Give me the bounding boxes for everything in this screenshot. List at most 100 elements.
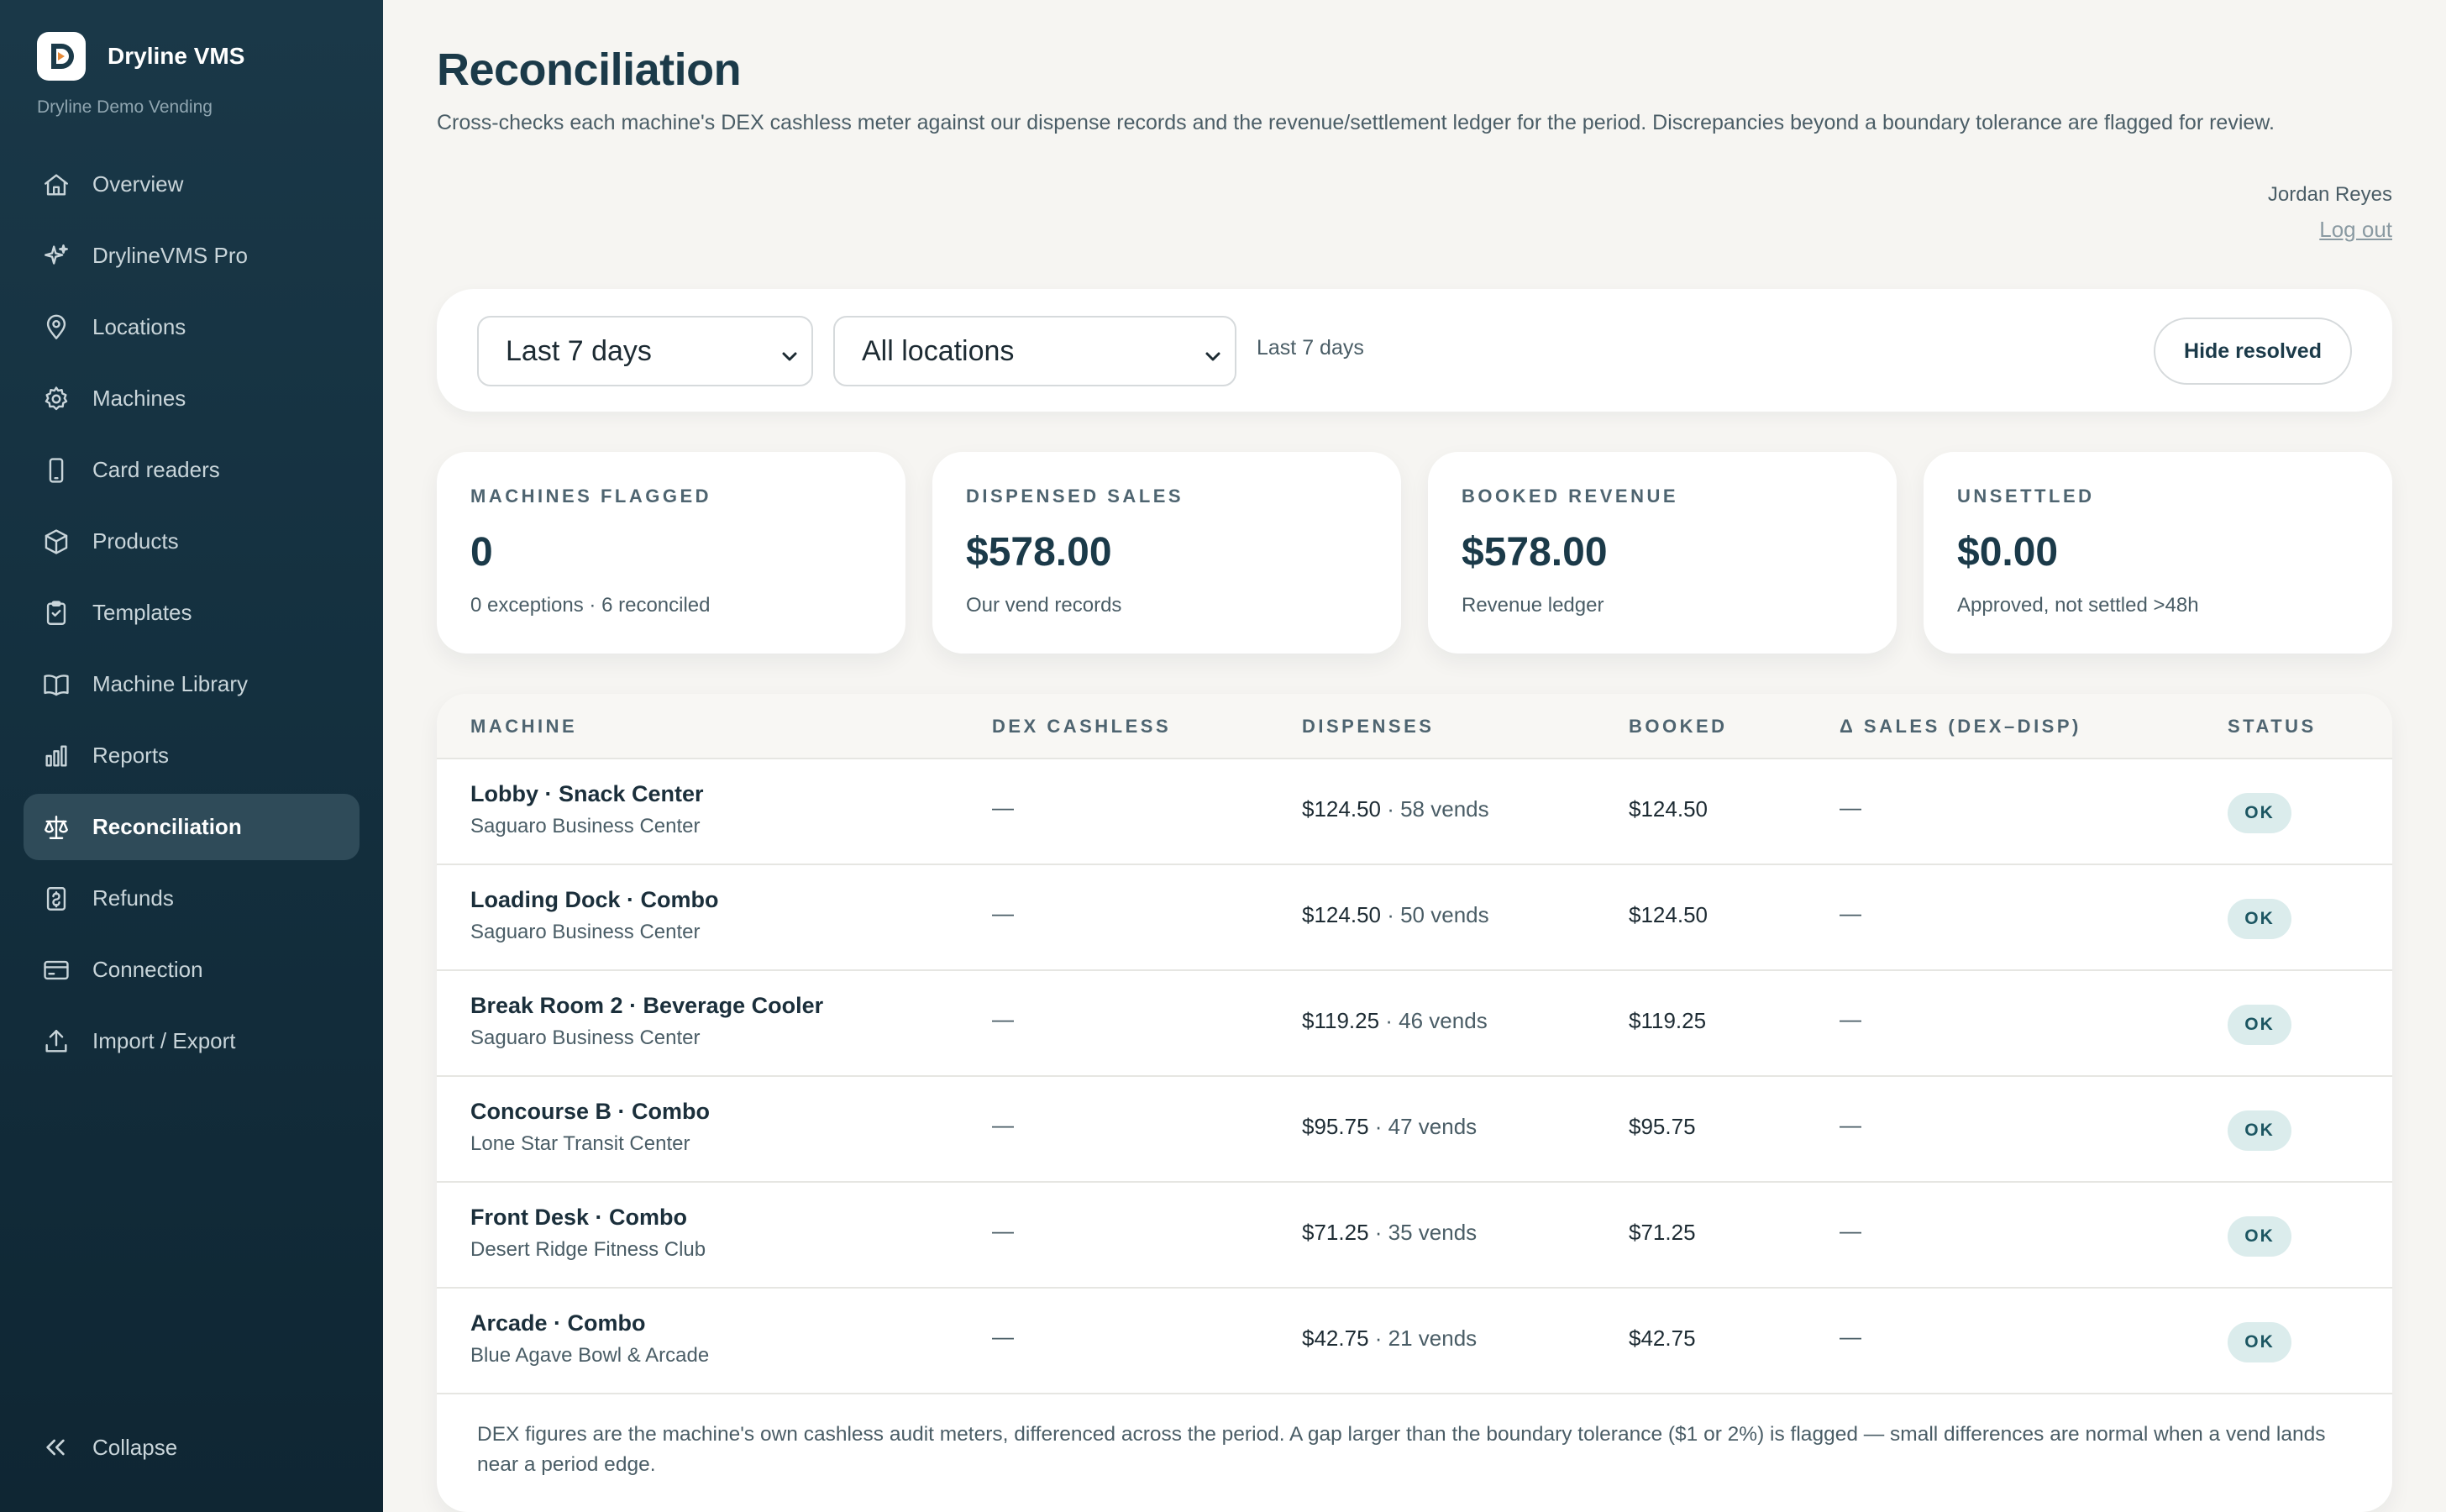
delta-sales-value: — — [1840, 1112, 1861, 1137]
column-header-dex-cashless[interactable]: DEX CASHLESS — [992, 716, 1171, 738]
sidebar-item-label: Machine Library — [92, 671, 248, 696]
sidebar-item-machines[interactable]: Machines — [24, 365, 360, 432]
upload-icon — [42, 1027, 71, 1056]
column-header-booked[interactable]: BOOKED — [1629, 716, 1728, 738]
booked-value: $119.25 — [1629, 1008, 1707, 1033]
stat-value: 0 — [470, 530, 493, 575]
stat-label: BOOKED REVENUE — [1462, 486, 1679, 507]
filter-bar: Last 7 days All locations Last 7 days Hi… — [437, 289, 2392, 412]
table-footnote: DEX figures are the machine's own cashle… — [477, 1423, 2326, 1476]
table-row[interactable]: Break Room 2 · Beverage Cooler Saguaro B… — [437, 971, 2392, 1077]
stat-subtext: Revenue ledger — [1462, 594, 1604, 617]
dispenses-value: $124.50 · 50 vends — [1302, 902, 1489, 928]
column-header-delta-sales[interactable]: Δ SALES (DEX–DISP) — [1840, 716, 2081, 738]
sidebar-item-card-readers[interactable]: Card readers — [24, 437, 360, 503]
sidebar-item-refunds[interactable]: Refunds — [24, 865, 360, 932]
machine-location: Blue Agave Bowl & Arcade — [470, 1344, 710, 1367]
brand[interactable]: Dryline VMS — [37, 32, 244, 81]
dispense-amount: $95.75 — [1302, 1114, 1369, 1139]
booked-value: $95.75 — [1629, 1114, 1696, 1139]
status-badge: OK — [2228, 1216, 2291, 1257]
dispense-vends: · 58 vends — [1380, 796, 1489, 822]
dispense-amount: $124.50 — [1302, 796, 1381, 822]
sidebar-item-reports[interactable]: Reports — [24, 722, 360, 789]
table-row[interactable]: Lobby · Snack Center Saguaro Business Ce… — [437, 759, 2392, 865]
column-header-machine[interactable]: MACHINE — [470, 716, 577, 738]
map-pin-icon — [42, 313, 71, 342]
table-row[interactable]: Loading Dock · Combo Saguaro Business Ce… — [437, 865, 2392, 971]
sidebar-item-label: Refunds — [92, 885, 174, 911]
page-title: Reconciliation — [437, 45, 742, 95]
column-header-dispenses[interactable]: DISPENSES — [1302, 716, 1434, 738]
dispense-amount: $71.25 — [1302, 1220, 1369, 1245]
booked-value: $124.50 — [1629, 902, 1708, 927]
dex-cashless-value: — — [992, 1324, 1014, 1349]
machine-location: Lone Star Transit Center — [470, 1132, 690, 1155]
stat-label: MACHINES FLAGGED — [470, 486, 711, 507]
sidebar-item-machine-library[interactable]: Machine Library — [24, 651, 360, 717]
dispense-vends: · 21 vends — [1368, 1326, 1478, 1351]
delta-sales-value: — — [1840, 1218, 1861, 1243]
sidebar-item-label: Overview — [92, 171, 184, 197]
machine-location: Saguaro Business Center — [470, 815, 701, 837]
box-icon — [42, 528, 71, 556]
sidebar-item-label: DrylineVMS Pro — [92, 243, 248, 268]
table-row[interactable]: Concourse B · Combo Lone Star Transit Ce… — [437, 1077, 2392, 1183]
scale-icon — [42, 813, 71, 842]
dispense-vends: · 47 vends — [1368, 1114, 1478, 1139]
delta-sales-value: — — [1840, 1324, 1861, 1349]
chevron-down-icon — [779, 341, 800, 361]
status-badge: OK — [2228, 1110, 2291, 1151]
sidebar-item-label: Reports — [92, 743, 170, 768]
status-badge: OK — [2228, 793, 2291, 833]
collapse-button[interactable]: Collapse — [42, 1434, 177, 1461]
machine-name: Arcade · Combo — [470, 1310, 646, 1336]
sidebar-item-templates[interactable]: Templates — [24, 580, 360, 646]
dex-cashless-value: — — [992, 900, 1014, 926]
delta-sales-value: — — [1840, 900, 1861, 926]
hide-resolved-button[interactable]: Hide resolved — [2154, 318, 2352, 385]
machine-location: Desert Ridge Fitness Club — [470, 1238, 706, 1261]
status-badge: OK — [2228, 1322, 2291, 1362]
status-badge: OK — [2228, 899, 2291, 939]
phone-icon — [42, 456, 71, 485]
reconciliation-table: MACHINE DEX CASHLESS DISPENSES BOOKED Δ … — [437, 694, 2392, 1512]
collapse-label: Collapse — [92, 1434, 178, 1460]
dispense-vends: · 50 vends — [1380, 902, 1489, 927]
dispense-vends: · 46 vends — [1379, 1008, 1488, 1033]
stat-value: $0.00 — [1957, 530, 2059, 575]
home-icon — [42, 171, 71, 199]
sidebar-item-pro[interactable]: DrylineVMS Pro — [24, 223, 360, 289]
sidebar-item-label: Products — [92, 528, 179, 554]
dispenses-value: $42.75 · 21 vends — [1302, 1326, 1477, 1352]
book-icon — [42, 670, 71, 699]
sidebar-item-label: Connection — [92, 957, 203, 982]
sidebar-item-locations[interactable]: Locations — [24, 294, 360, 360]
sidebar-item-products[interactable]: Products — [24, 508, 360, 575]
period-select[interactable]: Last 7 days — [477, 316, 813, 386]
dispenses-value: $119.25 · 46 vends — [1302, 1008, 1488, 1034]
table-row[interactable]: Arcade · Combo Blue Agave Bowl & Arcade … — [437, 1289, 2392, 1394]
column-header-status[interactable]: STATUS — [2228, 716, 2317, 738]
sidebar-item-label: Templates — [92, 600, 192, 625]
chevron-down-icon — [1203, 341, 1223, 361]
sidebar-item-connection[interactable]: Connection — [24, 937, 360, 1003]
location-select-value: All locations — [862, 334, 1015, 367]
location-select[interactable]: All locations — [833, 316, 1236, 386]
sidebar-item-import-export[interactable]: Import / Export — [24, 1008, 360, 1074]
logout-link[interactable]: Log out — [2319, 217, 2392, 243]
sidebar-item-overview[interactable]: Overview — [24, 151, 360, 218]
status-badge: OK — [2228, 1005, 2291, 1045]
stat-card-booked-revenue: BOOKED REVENUE $578.00 Revenue ledger — [1428, 452, 1897, 654]
sidebar-nav: Overview DrylineVMS Pro Locations Machin… — [24, 151, 360, 1079]
sidebar-item-reconciliation[interactable]: Reconciliation — [24, 794, 360, 860]
dispense-amount: $42.75 — [1302, 1326, 1369, 1351]
dex-cashless-value: — — [992, 1006, 1014, 1032]
dispenses-value: $71.25 · 35 vends — [1302, 1220, 1477, 1246]
table-header: MACHINE DEX CASHLESS DISPENSES BOOKED Δ … — [437, 694, 2392, 759]
table-row[interactable]: Front Desk · Combo Desert Ridge Fitness … — [437, 1183, 2392, 1289]
dispense-amount: $124.50 — [1302, 902, 1381, 927]
booked-value: $124.50 — [1629, 796, 1708, 822]
sidebar-item-label: Machines — [92, 386, 186, 411]
stat-subtext: 0 exceptions · 6 reconciled — [470, 594, 711, 617]
